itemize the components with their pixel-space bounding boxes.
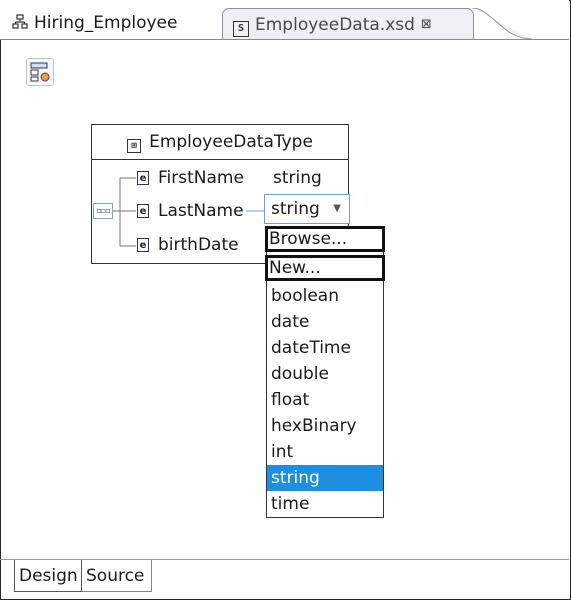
- element-name-birthdate[interactable]: birthDate: [158, 235, 239, 255]
- chevron-down-icon[interactable]: ▼: [333, 195, 341, 223]
- type-combo[interactable]: string ▼: [264, 194, 350, 224]
- sequence-icon[interactable]: ▫▫▫: [93, 203, 113, 219]
- dropdown-item-selected[interactable]: string: [267, 465, 383, 491]
- tab-design[interactable]: Design: [14, 560, 82, 592]
- dropdown-item[interactable]: float: [267, 387, 383, 413]
- dropdown-item[interactable]: boolean: [267, 283, 383, 309]
- type-dropdown-list: Browse... New... boolean date dateTime d…: [265, 226, 385, 518]
- dropdown-item[interactable]: time: [267, 491, 383, 517]
- tab-source[interactable]: Source: [82, 560, 152, 592]
- dropdown-item[interactable]: date: [267, 309, 383, 335]
- element-icon: e: [137, 204, 149, 218]
- element-name-lastname[interactable]: LastName: [158, 201, 244, 221]
- dropdown-item-browse[interactable]: Browse...: [265, 226, 385, 252]
- dropdown-item-new[interactable]: New...: [265, 255, 385, 281]
- dropdown-item[interactable]: dateTime: [267, 335, 383, 361]
- dropdown-item[interactable]: double: [267, 361, 383, 387]
- element-name-firstname[interactable]: FirstName: [158, 168, 244, 188]
- type-combo-value: string: [271, 199, 320, 219]
- dropdown-item[interactable]: int: [267, 439, 383, 465]
- element-icon: e: [137, 171, 149, 185]
- element-type-firstname[interactable]: string: [273, 168, 322, 188]
- element-icon: e: [137, 238, 149, 252]
- dropdown-item[interactable]: hexBinary: [267, 413, 383, 439]
